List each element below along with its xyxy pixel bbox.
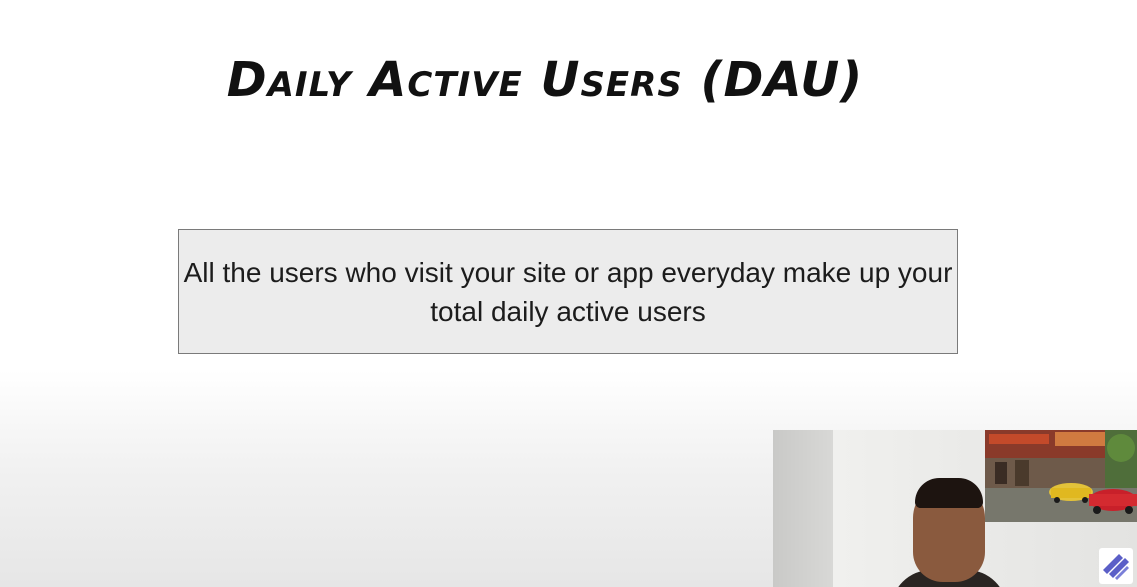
definition-text: All the users who visit your site or app… — [183, 256, 953, 327]
definition-box: All the users who visit your site or app… — [178, 229, 958, 354]
presentation-slide: Daily Active Users (DAU) All the users w… — [0, 0, 1137, 587]
presenter-hair — [915, 478, 983, 508]
channel-logo-stripes — [1103, 554, 1129, 580]
painting-street-scene — [985, 430, 1137, 522]
presenter-video-icon — [773, 430, 1137, 587]
channel-logo-icon — [1099, 548, 1133, 584]
webcam-wall-left — [773, 430, 833, 587]
painting-icon — [985, 430, 1137, 522]
slide-title: Daily Active Users (DAU) — [226, 52, 864, 108]
